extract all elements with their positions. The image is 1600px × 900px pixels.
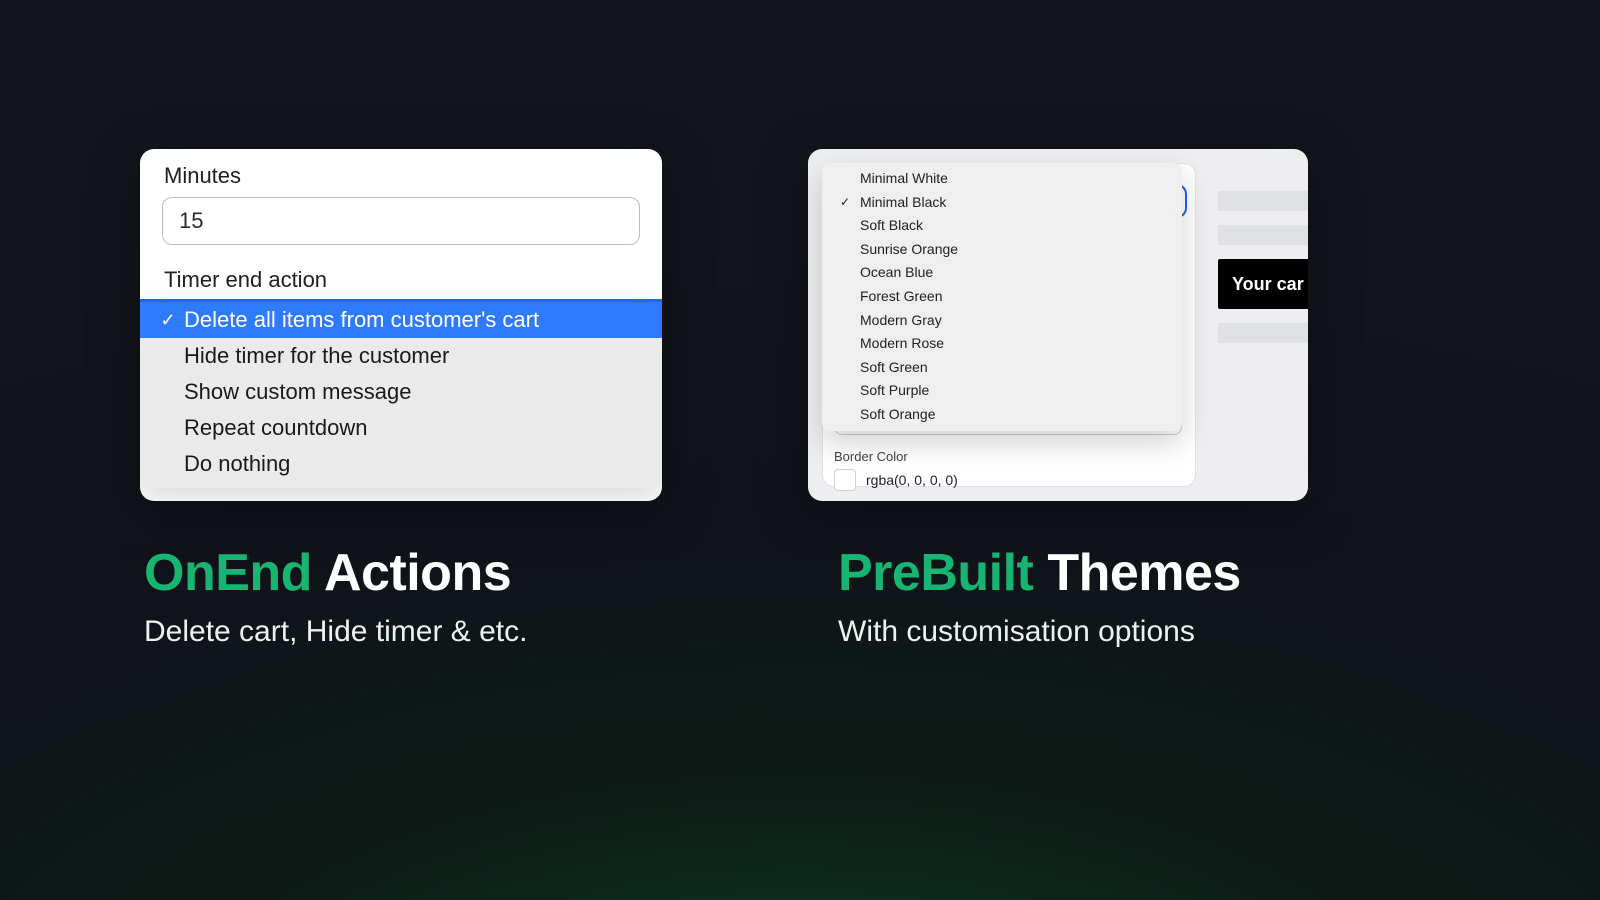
option-label: Sunrise Orange bbox=[860, 240, 958, 260]
theme-option[interactable]: Soft Green bbox=[822, 356, 1182, 380]
timer-end-option[interactable]: ✓ Delete all items from customer's cart bbox=[140, 302, 662, 338]
option-label: Hide timer for the customer bbox=[184, 343, 449, 369]
caption-onend: OnEnd Actions Delete cart, Hide timer & … bbox=[144, 546, 527, 649]
theme-option[interactable]: Soft Purple bbox=[822, 379, 1182, 403]
option-label: Repeat countdown bbox=[184, 415, 367, 441]
option-label: Modern Gray bbox=[860, 311, 942, 331]
timer-settings-panel: Minutes Timer end action ✓ Delete all ite… bbox=[140, 149, 662, 501]
option-label: Modern Rose bbox=[860, 334, 944, 354]
timer-end-action-dropdown[interactable]: ✓ Delete all items from customer's cart Hi… bbox=[140, 299, 662, 488]
theme-option[interactable]: Sunrise Orange bbox=[822, 238, 1182, 262]
cart-banner-preview: Your car bbox=[1218, 259, 1308, 309]
theme-option[interactable]: ✓Minimal Black bbox=[822, 191, 1182, 215]
theme-option[interactable]: Modern Gray bbox=[822, 309, 1182, 333]
caption-rest: Actions bbox=[312, 544, 511, 602]
check-icon: ✓ bbox=[158, 310, 178, 331]
preview-skeleton-line bbox=[1218, 323, 1308, 343]
theme-option[interactable]: Soft Orange bbox=[822, 403, 1182, 427]
option-label: Show custom message bbox=[184, 379, 411, 405]
theme-option[interactable]: Minimal White bbox=[822, 167, 1182, 191]
option-label: Ocean Blue bbox=[860, 263, 933, 283]
border-color-value: rgba(0, 0, 0, 0) bbox=[866, 472, 958, 488]
option-label: Do nothing bbox=[184, 451, 290, 477]
option-label: Soft Green bbox=[860, 358, 928, 378]
option-label: Soft Black bbox=[860, 216, 923, 236]
timer-end-option[interactable]: Do nothing bbox=[140, 446, 662, 482]
caption-onend-subtitle: Delete cart, Hide timer & etc. bbox=[144, 615, 527, 649]
theme-dropdown[interactable]: Minimal White✓Minimal BlackSoft BlackSun… bbox=[822, 163, 1182, 431]
option-label: Minimal White bbox=[860, 169, 948, 189]
option-label: Minimal Black bbox=[860, 193, 946, 213]
theme-option[interactable]: Ocean Blue bbox=[822, 261, 1182, 285]
timer-end-option[interactable]: Show custom message bbox=[140, 374, 662, 410]
timer-end-option[interactable]: Repeat countdown bbox=[140, 410, 662, 446]
timer-end-option[interactable]: Hide timer for the customer bbox=[140, 338, 662, 374]
caption-accent: PreBuilt bbox=[838, 544, 1033, 602]
caption-accent: OnEnd bbox=[144, 544, 312, 602]
caption-prebuilt: PreBuilt Themes With customisation optio… bbox=[838, 546, 1241, 649]
option-label: Delete all items from customer's cart bbox=[184, 307, 539, 333]
cart-banner-text: Your car bbox=[1232, 274, 1304, 295]
preview-skeleton-line bbox=[1218, 225, 1308, 245]
preview-skeleton-line bbox=[1218, 191, 1308, 211]
caption-prebuilt-title: PreBuilt Themes bbox=[838, 546, 1241, 601]
theme-option[interactable]: Modern Rose bbox=[822, 332, 1182, 356]
caption-rest: Themes bbox=[1033, 544, 1240, 602]
option-label: Soft Orange bbox=[860, 405, 936, 425]
color-swatch[interactable] bbox=[834, 469, 856, 491]
timer-end-action-label: Timer end action bbox=[164, 267, 640, 293]
option-label: Soft Purple bbox=[860, 381, 929, 401]
theme-option[interactable]: Soft Black bbox=[822, 214, 1182, 238]
border-color-label: Border Color bbox=[834, 449, 908, 464]
theme-settings-panel: Minimal White✓Minimal BlackSoft BlackSun… bbox=[808, 149, 1308, 501]
minutes-label: Minutes bbox=[164, 163, 640, 189]
check-icon: ✓ bbox=[840, 194, 856, 211]
option-label: Forest Green bbox=[860, 287, 942, 307]
border-color-field[interactable]: rgba(0, 0, 0, 0) bbox=[834, 469, 958, 491]
theme-option[interactable]: Forest Green bbox=[822, 285, 1182, 309]
minutes-input[interactable] bbox=[162, 197, 640, 245]
caption-onend-title: OnEnd Actions bbox=[144, 546, 527, 601]
preview-pane: Your car bbox=[1218, 191, 1308, 357]
caption-prebuilt-subtitle: With customisation options bbox=[838, 615, 1241, 649]
